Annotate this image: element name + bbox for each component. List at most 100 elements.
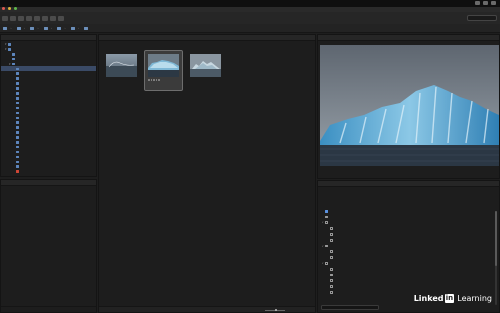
folder-icon [16, 72, 20, 76]
keyword-row[interactable]: v [322, 244, 492, 249]
clock-icon[interactable] [491, 1, 496, 5]
folder-tree: ▾ ▾ ▾ [1, 41, 96, 174]
keyword-search-input[interactable] [321, 305, 379, 310]
scrollbar[interactable] [495, 211, 497, 305]
keyword-row[interactable] [322, 267, 492, 272]
folder-icon [12, 62, 16, 66]
folder-icon [16, 92, 20, 95]
minimize-window-icon[interactable] [7, 7, 11, 10]
collections-footer [1, 306, 96, 312]
breadcrumb-item[interactable]: › [68, 26, 82, 30]
keyword-row[interactable] [322, 284, 492, 289]
folder-icon [16, 26, 21, 30]
folder-icon [16, 111, 20, 115]
keyword-checkbox[interactable] [325, 244, 328, 248]
folder-icon [16, 160, 20, 164]
folder-icon [16, 67, 20, 71]
keyword-checkbox[interactable] [330, 250, 333, 254]
keyword-row[interactable] [322, 209, 492, 214]
keyword-checkbox[interactable] [330, 291, 333, 294]
star-icon[interactable] [148, 79, 150, 81]
folder-icon [16, 82, 20, 85]
keyword-checkbox[interactable] [330, 279, 333, 283]
folder-icon [16, 170, 20, 173]
rotate-right-icon[interactable] [58, 15, 64, 21]
refine-icon[interactable] [34, 15, 40, 21]
keyword-checkbox[interactable] [325, 262, 328, 265]
folder-icon [16, 96, 20, 100]
back-icon[interactable] [2, 15, 8, 21]
breadcrumb-item[interactable] [81, 26, 90, 30]
keyword-row[interactable]: v [322, 261, 492, 266]
folder-icon [16, 121, 20, 124]
keyword-checkbox[interactable] [330, 233, 333, 236]
breadcrumb-item[interactable]: › [27, 26, 41, 30]
star-icon[interactable] [158, 79, 160, 81]
folder-icon [16, 165, 20, 168]
keyword-checkbox[interactable] [325, 209, 328, 213]
keyword-row[interactable] [322, 255, 492, 260]
slider-handle[interactable] [274, 308, 277, 312]
folder-icon [16, 155, 20, 159]
collections-panel [0, 179, 97, 313]
folder-icon [16, 77, 20, 80]
keyword-row[interactable] [322, 250, 492, 255]
recent-icon[interactable] [18, 15, 24, 21]
watermark-learning: Learning [457, 294, 492, 303]
folder-tree-item[interactable] [1, 169, 96, 174]
folder-icon [43, 26, 48, 30]
get-photos-icon[interactable] [26, 15, 32, 21]
status-icons [475, 1, 496, 5]
scroll-thumb[interactable] [495, 211, 497, 266]
thumbnail[interactable] [187, 51, 224, 90]
keyword-checkbox[interactable] [330, 267, 333, 271]
keyword-checkbox[interactable] [330, 227, 333, 231]
star-icon[interactable] [153, 79, 155, 81]
mac-menu-bar [0, 0, 500, 7]
folder-icon [16, 106, 20, 110]
thumbnail[interactable] [103, 51, 140, 90]
keyword-checkbox[interactable] [330, 273, 333, 277]
keyword-row[interactable] [322, 226, 492, 231]
workspace-switcher [198, 16, 248, 18]
linkedin-learning-watermark: Linked in Learning [414, 294, 492, 303]
search-input[interactable] [467, 15, 497, 21]
chevron-right-icon: › [64, 26, 66, 30]
folder-icon [70, 26, 75, 30]
folder-icon [30, 26, 34, 30]
breadcrumb-item[interactable]: › [54, 26, 68, 30]
breadcrumb-item[interactable]: › [0, 26, 14, 30]
keyword-row[interactable] [322, 238, 492, 243]
folder-icon [16, 145, 20, 149]
folder-icon [3, 26, 7, 30]
breadcrumb-item[interactable]: › [41, 26, 55, 30]
wifi-icon[interactable] [475, 1, 480, 5]
keyword-row[interactable] [322, 215, 492, 220]
star-icon[interactable] [150, 79, 153, 81]
folder-icon [8, 48, 12, 51]
chevron-right-icon: › [10, 26, 12, 30]
keyword-checkbox[interactable] [325, 221, 328, 225]
keyword-checkbox[interactable] [330, 256, 333, 260]
star-icon[interactable] [155, 79, 158, 81]
open-in-camera-raw-icon[interactable] [42, 15, 48, 21]
keyword-checkbox[interactable] [330, 285, 333, 289]
keyword-checkbox[interactable] [325, 215, 328, 219]
forward-icon[interactable] [10, 15, 16, 21]
thumbnail-selected[interactable] [144, 50, 183, 91]
folder-icon [16, 131, 20, 134]
breadcrumb-item[interactable]: › [14, 26, 28, 30]
zoom-window-icon[interactable] [13, 7, 17, 10]
content-status-bar [99, 306, 315, 312]
rotate-left-icon[interactable] [50, 15, 56, 21]
battery-icon[interactable] [483, 1, 488, 5]
chevron-right-icon: › [51, 26, 52, 30]
keyword-checkbox[interactable] [330, 238, 333, 242]
keyword-row[interactable] [322, 273, 492, 278]
rating-stars[interactable] [148, 79, 160, 81]
close-window-icon[interactable] [2, 7, 5, 10]
preview-image[interactable] [320, 45, 499, 166]
keyword-row[interactable]: v [322, 221, 492, 226]
keyword-row[interactable] [322, 279, 492, 284]
keyword-row[interactable] [322, 232, 492, 237]
